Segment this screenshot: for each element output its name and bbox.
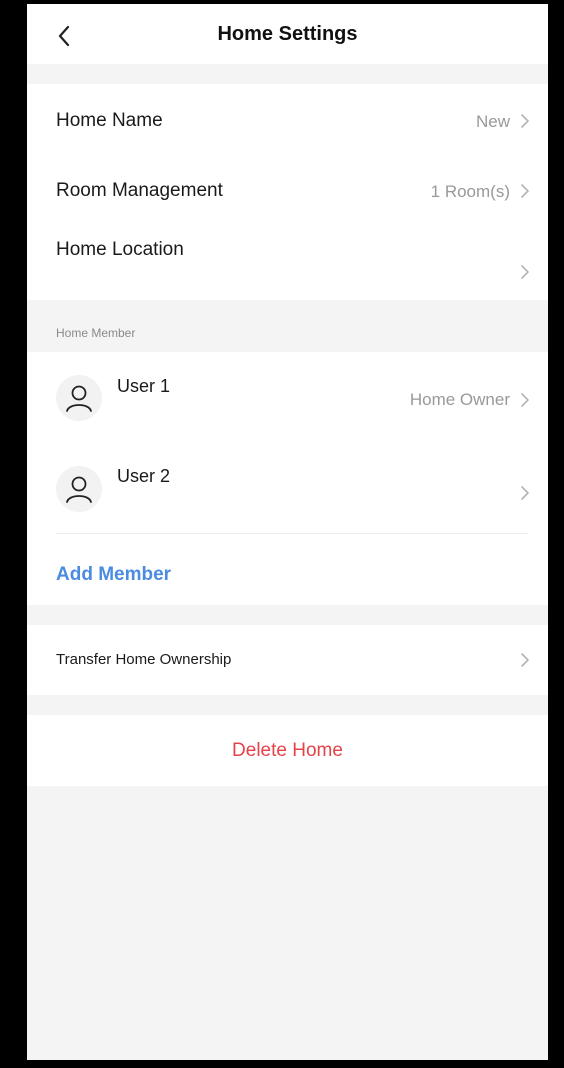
room-management-label: Room Management: [56, 180, 223, 201]
user-icon: [66, 476, 92, 503]
delete-home-button[interactable]: Delete Home: [27, 740, 548, 762]
room-count-value: 1 Room(s): [430, 182, 510, 201]
avatar: [56, 375, 102, 421]
home-member-section-label: Home Member: [56, 326, 136, 340]
home-name-label: Home Name: [56, 110, 163, 131]
app-header: Home Settings: [27, 4, 548, 64]
chevron-right-icon: [521, 653, 529, 667]
phone-frame: Home Settings Home Name New Room Managem…: [0, 0, 564, 1068]
chevron-right-icon: [521, 265, 529, 279]
home-location-row[interactable]: Home Location: [27, 220, 548, 300]
member-name: User 2: [117, 466, 171, 486]
member-row-2[interactable]: User 2: [27, 444, 548, 533]
room-management-row[interactable]: Room Management 1 Room(s): [27, 154, 548, 220]
page-title: Home Settings: [217, 23, 358, 45]
home-name-value: New: [475, 112, 510, 131]
home-settings-screen: Home Settings Home Name New Room Managem…: [27, 4, 548, 1060]
delete-section: Delete Home: [27, 715, 548, 786]
transfer-ownership-row[interactable]: Transfer Home Ownership: [27, 625, 548, 695]
home-location-label: Home Location: [56, 239, 184, 260]
member-role: Home Owner: [409, 390, 510, 409]
member-name: User 1: [117, 376, 171, 396]
chevron-right-icon: [521, 486, 529, 500]
chevron-right-icon: [521, 114, 529, 128]
home-name-row[interactable]: Home Name New: [27, 84, 548, 154]
transfer-section: Transfer Home Ownership: [27, 625, 548, 695]
avatar: [56, 466, 102, 512]
home-info-section: Home Name New Room Management 1 Room(s) …: [27, 84, 548, 300]
user-icon: [66, 385, 92, 412]
add-member-button[interactable]: Add Member: [56, 564, 171, 586]
chevron-right-icon: [521, 393, 529, 407]
divider: [56, 533, 528, 534]
member-row-1[interactable]: User 1 Home Owner: [27, 352, 548, 444]
chevron-right-icon: [521, 184, 529, 198]
transfer-ownership-label: Transfer Home Ownership: [56, 651, 232, 668]
